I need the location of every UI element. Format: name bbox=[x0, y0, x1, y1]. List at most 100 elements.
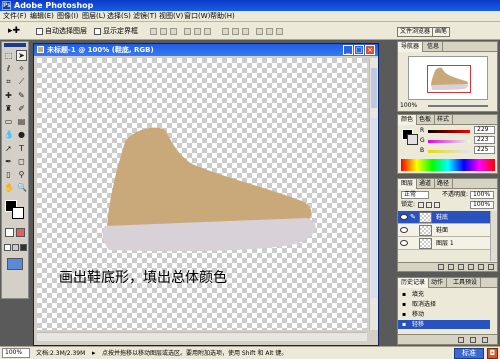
menu-filter[interactable]: 滤镜(T) bbox=[133, 12, 157, 21]
channel-b-value[interactable]: 225 bbox=[474, 146, 495, 154]
tab-color[interactable]: 颜色 bbox=[398, 115, 418, 125]
history-brush-tool-icon[interactable]: ✐ bbox=[16, 103, 27, 114]
channel-r-slider[interactable] bbox=[428, 130, 470, 133]
new-snapshot-icon[interactable] bbox=[470, 337, 476, 343]
pen-tool-icon[interactable]: ✒ bbox=[3, 156, 14, 167]
fill-input[interactable]: 100% bbox=[470, 201, 494, 209]
shape-tool-icon[interactable]: ◻ bbox=[16, 156, 27, 167]
menu-image[interactable]: 图像(I) bbox=[57, 12, 79, 21]
layer-row[interactable]: 鞋面 bbox=[398, 224, 490, 237]
tab-file-browser[interactable]: 文件浏览器 bbox=[397, 27, 434, 37]
distribute-top-icon[interactable] bbox=[222, 28, 229, 35]
blend-mode-select[interactable]: 正常 bbox=[401, 191, 429, 199]
tab-info[interactable]: 信息 bbox=[424, 42, 444, 52]
scroll-thumb[interactable] bbox=[371, 68, 377, 108]
channel-r-value[interactable]: 229 bbox=[474, 126, 495, 134]
align-bottom-icon[interactable] bbox=[170, 28, 177, 35]
auto-select-checkbox[interactable] bbox=[36, 28, 43, 35]
dodge-tool-icon[interactable]: ● bbox=[16, 129, 27, 140]
opacity-input[interactable]: 100% bbox=[470, 191, 494, 199]
tab-layers[interactable]: 图层 bbox=[398, 179, 418, 189]
layers-scrollbar[interactable] bbox=[490, 211, 497, 261]
menu-help[interactable]: 帮助(H) bbox=[210, 12, 235, 21]
history-item[interactable]: ▪ 填充 bbox=[398, 290, 490, 299]
history-item[interactable]: ▪ 轻移 bbox=[398, 320, 490, 329]
jump-to-imageready-icon[interactable] bbox=[7, 258, 23, 270]
layer-row[interactable]: 图层 1 bbox=[398, 237, 490, 250]
quick-mask-icon[interactable] bbox=[16, 228, 25, 237]
menu-file[interactable]: 文件(F) bbox=[3, 12, 27, 21]
lasso-tool-icon[interactable]: ℓ bbox=[3, 63, 14, 74]
layer-row[interactable]: ✎ 鞋底 bbox=[398, 211, 490, 224]
distribute-bottom-icon[interactable] bbox=[242, 28, 249, 35]
close-button[interactable]: × bbox=[365, 45, 375, 55]
vertical-scrollbar[interactable] bbox=[369, 58, 378, 330]
tab-swatches[interactable]: 色板 bbox=[416, 115, 436, 125]
screen-mode-full-icon[interactable] bbox=[20, 244, 27, 251]
lock-pixels-icon[interactable] bbox=[426, 202, 432, 208]
menu-edit[interactable]: 编辑(E) bbox=[30, 12, 54, 21]
marquee-tool-icon[interactable]: ⬚ bbox=[3, 50, 14, 61]
screen-mode-full-menu-icon[interactable] bbox=[12, 244, 19, 251]
tab-channels[interactable]: 通道 bbox=[416, 179, 436, 189]
distribute-center-icon[interactable] bbox=[266, 28, 273, 35]
add-mask-icon[interactable] bbox=[448, 264, 454, 270]
align-left-icon[interactable] bbox=[184, 28, 191, 35]
distribute-left-icon[interactable] bbox=[256, 28, 263, 35]
menu-select[interactable]: 选择(S) bbox=[107, 12, 131, 21]
type-tool-icon[interactable]: T bbox=[16, 143, 27, 154]
menu-view[interactable]: 视图(V) bbox=[159, 12, 183, 21]
channel-b-slider[interactable] bbox=[428, 150, 470, 153]
tab-actions[interactable]: 动作 bbox=[428, 278, 448, 288]
screen-mode-standard-icon[interactable] bbox=[4, 244, 11, 251]
channel-g-value[interactable]: 223 bbox=[474, 136, 495, 144]
slice-tool-icon[interactable]: ⟋ bbox=[16, 76, 27, 87]
background-color-swatch[interactable] bbox=[12, 207, 24, 219]
show-bounds-checkbox[interactable] bbox=[94, 28, 101, 35]
quick-mask-button-icon[interactable]: ◘ bbox=[487, 348, 498, 359]
eye-icon[interactable] bbox=[400, 227, 408, 233]
eraser-tool-icon[interactable]: ▭ bbox=[3, 116, 14, 127]
move-tool-icon[interactable]: ▸✚ bbox=[8, 26, 20, 36]
move-tool-icon[interactable]: ➤ bbox=[16, 50, 27, 61]
new-layer-icon[interactable] bbox=[478, 264, 484, 270]
crop-tool-icon[interactable]: ⌗ bbox=[3, 76, 14, 87]
tab-brushes[interactable]: 画笔 bbox=[432, 27, 451, 37]
menu-layer[interactable]: 图层(L) bbox=[82, 12, 105, 21]
new-adjustment-icon[interactable] bbox=[468, 264, 474, 270]
distribute-middle-icon[interactable] bbox=[232, 28, 239, 35]
history-item[interactable]: ▪ 取消选择 bbox=[398, 300, 490, 309]
align-right-icon[interactable] bbox=[204, 28, 211, 35]
status-arrow-icon[interactable]: ▸ bbox=[92, 348, 96, 358]
delete-layer-icon[interactable] bbox=[488, 264, 494, 270]
tab-styles[interactable]: 样式 bbox=[434, 115, 454, 125]
magic-wand-tool-icon[interactable]: ✧ bbox=[16, 63, 27, 74]
navigator-zoom-slider[interactable] bbox=[428, 105, 488, 107]
align-top-icon[interactable] bbox=[150, 28, 157, 35]
path-selection-tool-icon[interactable]: ➚ bbox=[3, 143, 14, 154]
brush-tool-icon[interactable]: ✎ bbox=[16, 90, 27, 101]
standard-mode-button[interactable]: 标准 bbox=[454, 348, 484, 359]
minimize-button[interactable]: _ bbox=[343, 45, 353, 55]
eyedropper-tool-icon[interactable]: ⚲ bbox=[16, 169, 27, 180]
standard-mode-icon[interactable] bbox=[5, 228, 14, 237]
align-middle-icon[interactable] bbox=[160, 28, 167, 35]
layer-name[interactable]: 图层 1 bbox=[436, 239, 454, 248]
channel-g-slider[interactable] bbox=[428, 140, 470, 143]
eye-icon[interactable] bbox=[400, 240, 408, 246]
notes-tool-icon[interactable]: ▯ bbox=[3, 169, 14, 180]
new-document-icon[interactable] bbox=[458, 337, 464, 343]
hand-tool-icon[interactable]: ✋ bbox=[3, 182, 14, 193]
add-style-icon[interactable] bbox=[438, 264, 444, 270]
distribute-right-icon[interactable] bbox=[276, 28, 283, 35]
zoom-tool-icon[interactable]: 🔍 bbox=[16, 182, 27, 193]
gradient-tool-icon[interactable]: ▤ bbox=[16, 116, 27, 127]
color-spectrum-bar[interactable] bbox=[401, 159, 495, 171]
tab-tool-presets[interactable]: 工具预设 bbox=[450, 278, 482, 288]
blur-tool-icon[interactable]: 💧 bbox=[3, 129, 14, 140]
horizontal-scrollbar[interactable] bbox=[37, 332, 367, 341]
menu-window[interactable]: 窗口(W) bbox=[184, 12, 210, 21]
status-zoom[interactable]: 100% bbox=[2, 348, 30, 358]
new-set-icon[interactable] bbox=[458, 264, 464, 270]
layer-name[interactable]: 鞋底 bbox=[436, 213, 448, 222]
